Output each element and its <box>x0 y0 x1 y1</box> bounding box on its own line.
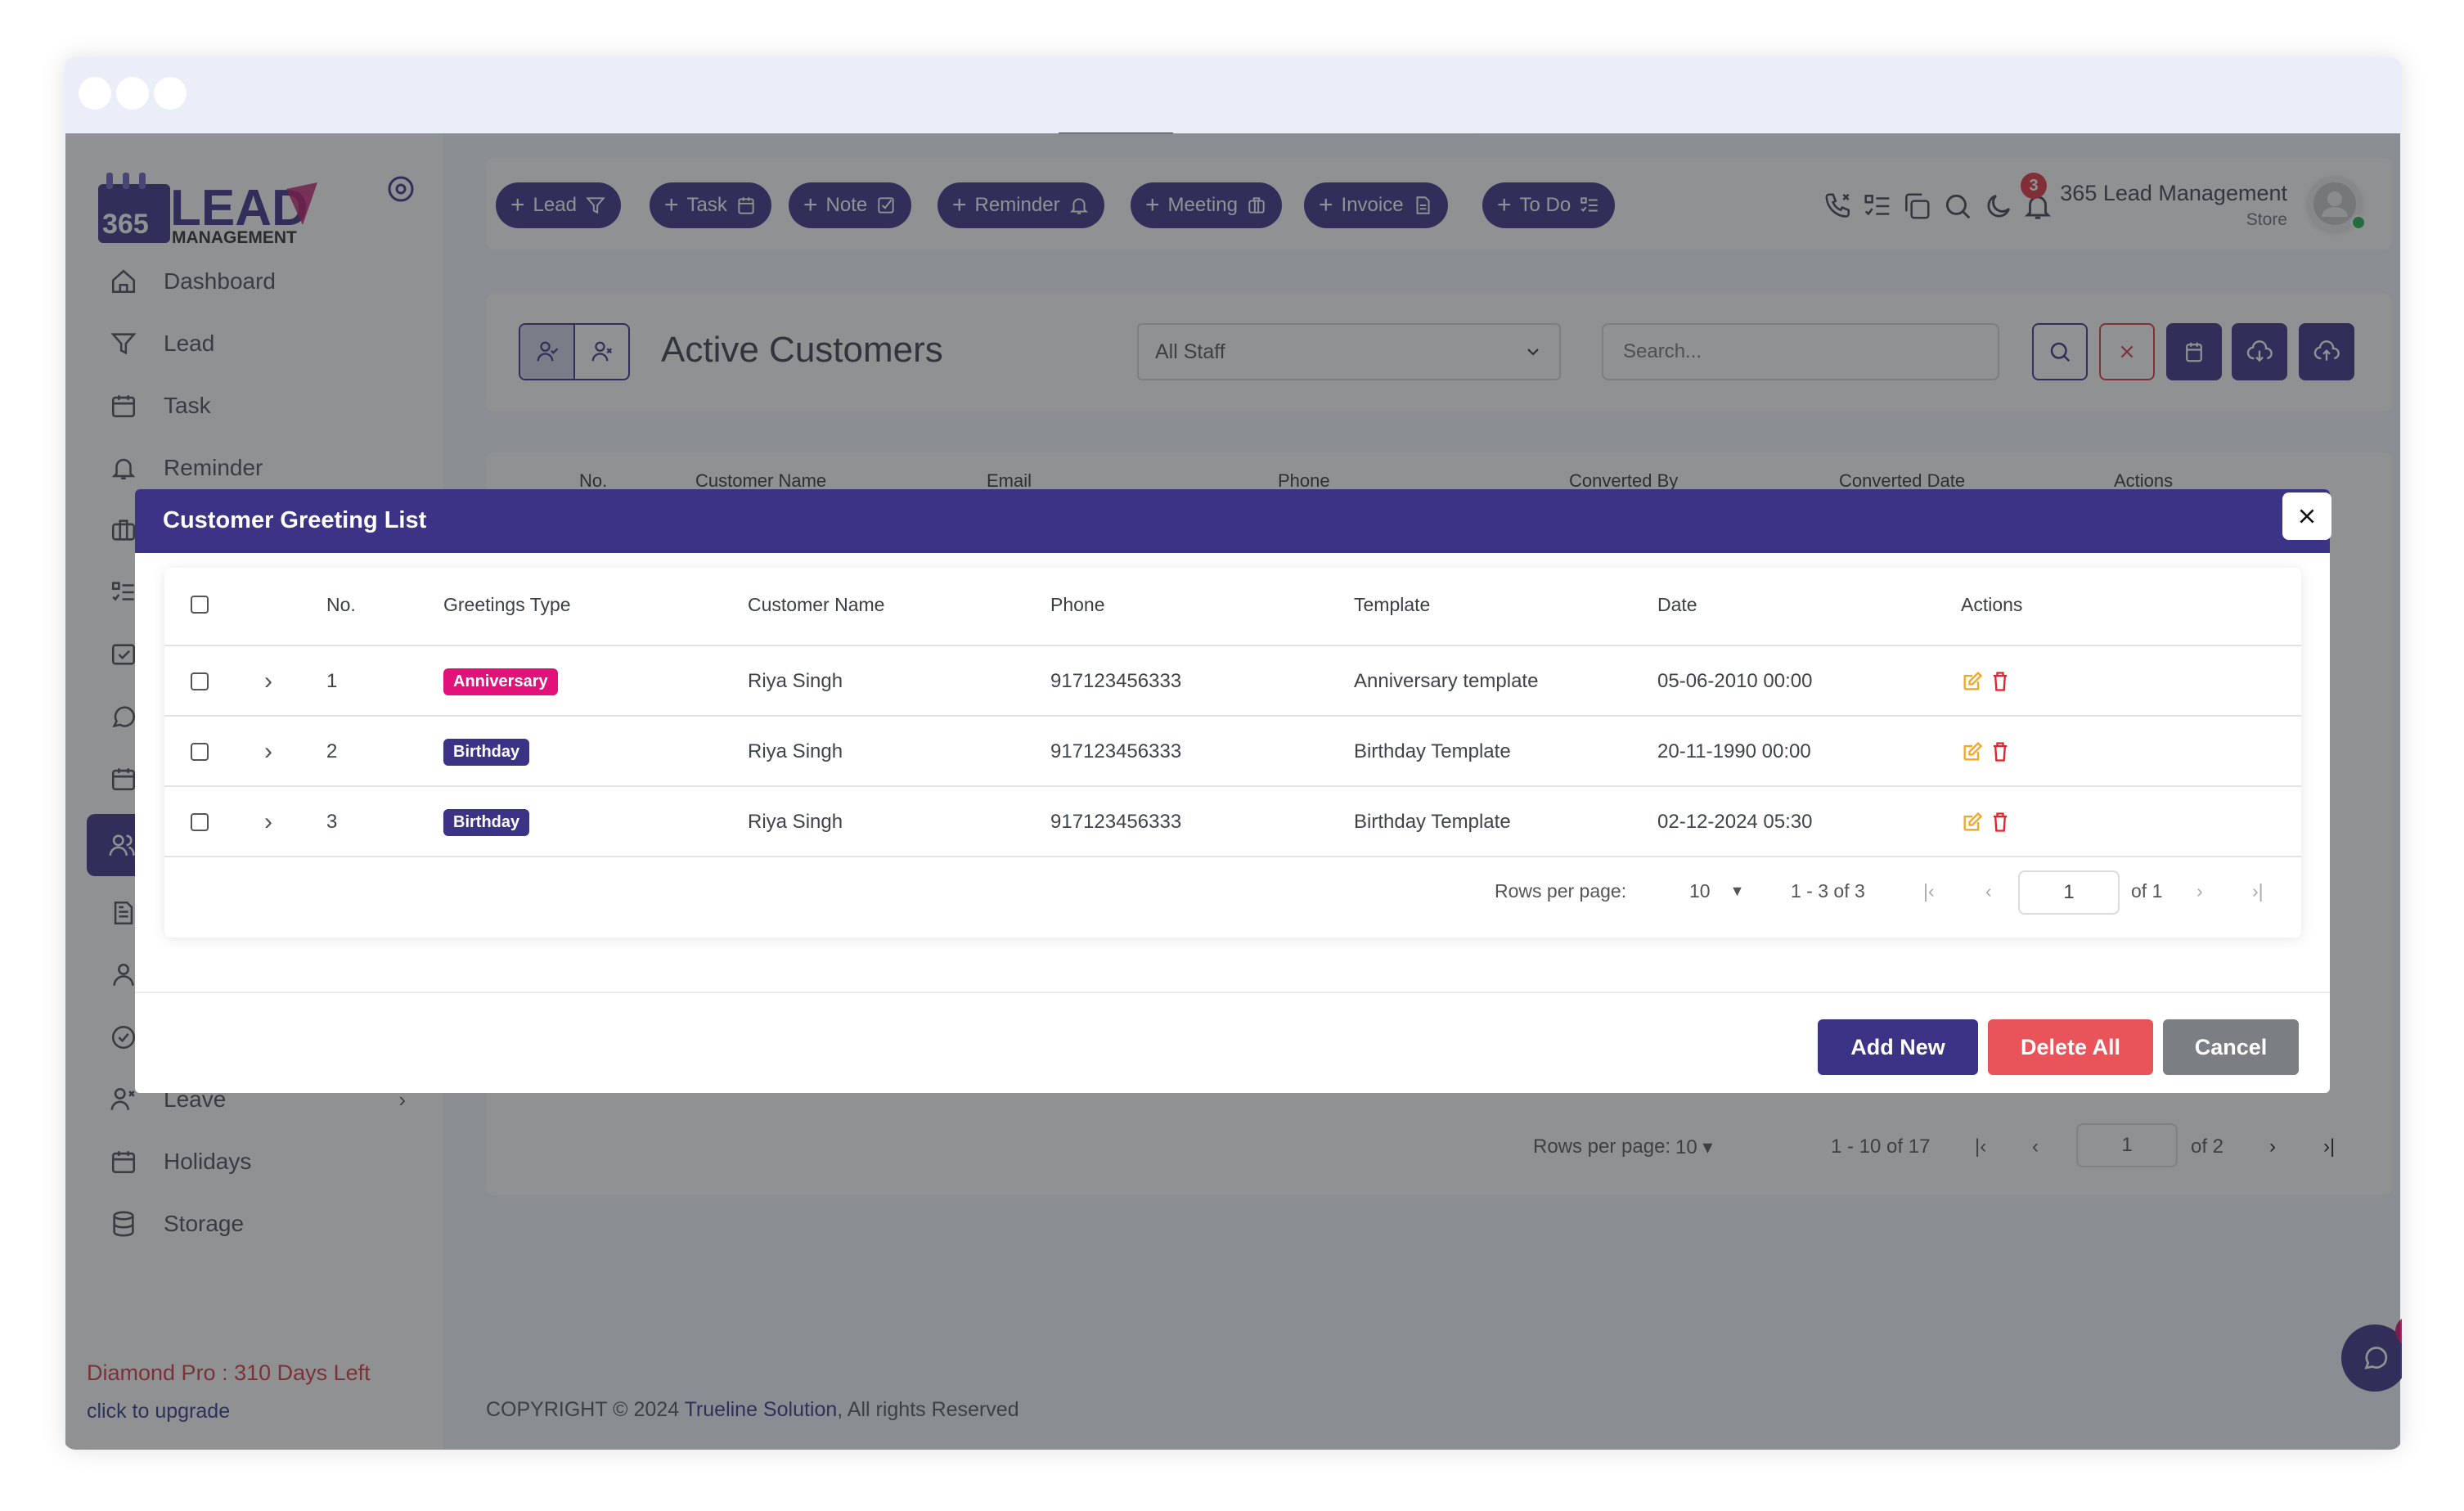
template: Birthday Template <box>1354 740 1511 762</box>
cancel-button[interactable]: Cancel <box>2163 1019 2299 1075</box>
modal-footer-divider <box>135 992 2330 993</box>
expand-row-chevron-icon[interactable]: › <box>264 787 272 857</box>
rows-per-page-select[interactable]: 10 ▼ <box>1689 880 1744 902</box>
row-actions <box>1961 787 2012 857</box>
greeting-type-cell: Birthday <box>443 717 530 787</box>
greeting-type-badge: Birthday <box>443 808 530 836</box>
customer-name: Riya Singh <box>748 811 843 833</box>
next-page-icon[interactable]: › <box>2196 880 2203 902</box>
modal-title: Customer Greeting List <box>163 507 427 533</box>
row-number: 3 <box>326 811 338 833</box>
title-bar <box>64 57 2402 135</box>
row-actions <box>1961 646 2012 717</box>
rows-per-page-label: Rows per page: <box>1495 880 1627 902</box>
delete-all-button[interactable]: Delete All <box>1988 1019 2153 1075</box>
delete-icon[interactable] <box>1989 811 2012 834</box>
window-close-button[interactable] <box>79 77 111 110</box>
row-number: 2 <box>326 740 338 762</box>
column-header-greetings-type: Greetings Type <box>443 594 571 615</box>
checkbox[interactable] <box>191 743 209 761</box>
table-bottom-divider <box>164 856 2301 857</box>
column-header-date: Date <box>1657 594 1697 615</box>
phone: 917123456333 <box>1050 811 1182 833</box>
rows-per-page-value: 10 <box>1689 880 1711 902</box>
page-value: 1 <box>2063 881 2075 903</box>
column-header-actions: Actions <box>1961 594 2023 615</box>
row-checkbox[interactable] <box>191 787 209 857</box>
window-maximize-button[interactable] <box>154 77 187 110</box>
edit-icon[interactable] <box>1961 811 1984 834</box>
row-actions <box>1961 717 2012 787</box>
column-header-customer-name: Customer Name <box>748 594 885 615</box>
caret-down-icon: ▼ <box>1729 883 1745 899</box>
modal-close-button[interactable] <box>2282 492 2331 540</box>
date: 20-11-1990 00:00 <box>1657 740 1811 762</box>
template: Birthday Template <box>1354 811 1511 833</box>
column-header-phone: Phone <box>1050 594 1105 615</box>
page-input[interactable]: 1 <box>2018 870 2120 915</box>
modal-header: Customer Greeting List <box>135 489 2330 553</box>
expand-row-chevron-icon[interactable]: › <box>264 717 272 787</box>
row-checkbox[interactable] <box>191 717 209 787</box>
customer-name: Riya Singh <box>748 670 843 692</box>
delete-icon[interactable] <box>1989 740 2012 763</box>
add-new-button[interactable]: Add New <box>1818 1019 1978 1075</box>
template: Anniversary template <box>1354 670 1539 692</box>
edit-icon[interactable] <box>1961 740 1984 763</box>
prev-page-icon[interactable]: ‹ <box>1985 880 1992 902</box>
date: 05-06-2010 00:00 <box>1657 670 1813 692</box>
column-header-no: No. <box>326 594 356 615</box>
date: 02-12-2024 05:30 <box>1657 811 1813 833</box>
table-row: › 1 Anniversary Riya Singh 917123456333 Anniv… <box>164 645 2301 715</box>
checkbox[interactable] <box>191 596 209 614</box>
last-page-icon[interactable]: ›| <box>2252 880 2264 902</box>
row-checkbox[interactable] <box>191 646 209 717</box>
greeting-type-badge: Anniversary <box>443 668 558 695</box>
checkbox[interactable] <box>191 672 209 690</box>
phone: 917123456333 <box>1050 670 1182 692</box>
greeting-type-cell: Birthday <box>443 787 530 857</box>
greeting-type-badge: Birthday <box>443 738 530 766</box>
column-header-template: Template <box>1354 594 1431 615</box>
close-icon <box>2300 509 2314 524</box>
total-pages-text: of 1 <box>2131 880 2163 902</box>
greeting-type-cell: Anniversary <box>443 646 558 717</box>
range-text: 1 - 3 of 3 <box>1791 880 1865 902</box>
table-row: › 2 Birthday Riya Singh 917123456333 Birthday… <box>164 715 2301 785</box>
window-minimize-button[interactable] <box>116 77 149 110</box>
edit-icon[interactable] <box>1961 670 1984 693</box>
row-number: 1 <box>326 670 338 692</box>
customer-greeting-modal: Customer Greeting List No. Greetings Typ… <box>135 489 2331 1093</box>
delete-icon[interactable] <box>1989 670 2012 693</box>
select-all-checkbox[interactable] <box>191 596 209 614</box>
table-row: › 3 Birthday Riya Singh 917123456333 Birthday… <box>164 785 2301 856</box>
checkbox[interactable] <box>191 813 209 831</box>
first-page-icon[interactable]: |‹ <box>1923 880 1935 902</box>
expand-row-chevron-icon[interactable]: › <box>264 646 272 717</box>
phone: 917123456333 <box>1050 740 1182 762</box>
customer-name: Riya Singh <box>748 740 843 762</box>
